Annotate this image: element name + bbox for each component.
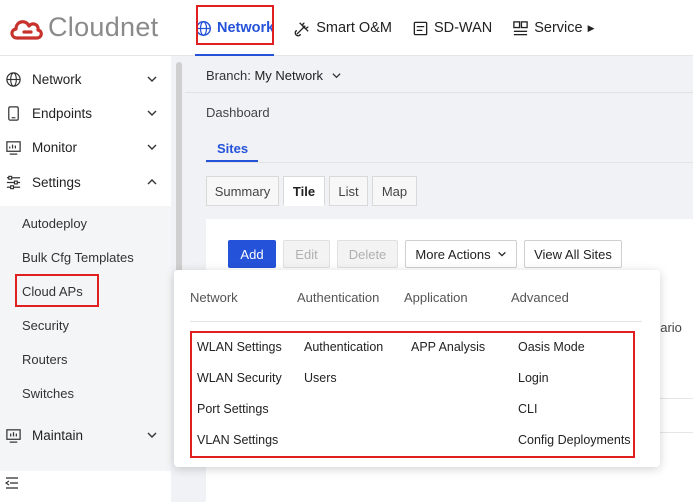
divider	[660, 398, 693, 399]
service-grid-icon	[513, 20, 528, 35]
sidebar-item-settings[interactable]: Settings	[0, 165, 171, 199]
menu-item-login[interactable]: Login	[518, 371, 549, 385]
branch-prefix: Branch:	[206, 68, 251, 83]
menu-column-advanced: Advanced	[511, 290, 569, 305]
menu-column-application: Application	[404, 290, 468, 305]
collapse-sidebar-icon[interactable]	[5, 476, 19, 490]
add-button[interactable]: Add	[228, 240, 276, 268]
sidebar-item-network[interactable]: Network	[0, 62, 171, 96]
chevron-down-icon	[497, 251, 506, 257]
view-all-sites-button[interactable]: View All Sites	[524, 240, 622, 268]
topnav-sdwan[interactable]: SD-WAN	[402, 0, 502, 56]
divider	[185, 92, 693, 93]
sidebar-item-label: Monitor	[32, 139, 78, 155]
divider	[660, 432, 693, 433]
sidebar-item-label: Network	[32, 71, 82, 87]
sidebar-item-maintain[interactable]: Maintain	[0, 418, 171, 452]
divider	[190, 321, 642, 322]
brand-logo[interactable]: Cloudnet	[8, 12, 158, 43]
caret-right-icon: ▶	[587, 22, 595, 33]
tab-summary[interactable]: Summary	[206, 176, 279, 206]
sidebar-item-label: Maintain	[32, 427, 84, 443]
sliders-icon	[6, 175, 21, 189]
chevron-up-icon	[147, 179, 157, 185]
menu-item-port-settings[interactable]: Port Settings	[197, 402, 269, 416]
topnav-sdwan-label: SD-WAN	[433, 20, 493, 36]
tab-sites[interactable]: Sites	[217, 141, 248, 156]
chevron-down-icon	[147, 110, 157, 116]
divider	[206, 162, 693, 163]
topnav-smart-om-label: Smart O&M	[316, 20, 392, 36]
topnav-service[interactable]: Service ▶	[502, 0, 604, 56]
sidebar-subitem-routers[interactable]: Routers	[0, 342, 171, 376]
sidebar-subitem-cloud-aps[interactable]: Cloud APs	[0, 274, 171, 308]
sidebar-subitem-security[interactable]: Security	[0, 308, 171, 342]
globe-icon	[6, 71, 21, 87]
device-icon	[8, 105, 19, 121]
tab-tile[interactable]: Tile	[283, 176, 325, 206]
brand-name: Cloudnet	[48, 12, 159, 42]
chevron-down-icon	[147, 144, 157, 150]
sdwan-icon	[413, 21, 428, 35]
sidebar-item-monitor[interactable]: Monitor	[0, 130, 171, 164]
delete-button[interactable]: Delete	[337, 240, 398, 268]
sidebar-subitem-switches[interactable]: Switches	[0, 376, 171, 410]
chevron-down-icon	[147, 432, 157, 438]
maintain-icon	[6, 428, 21, 443]
tab-list[interactable]: List	[329, 176, 368, 206]
breadcrumb[interactable]: Dashboard	[206, 105, 270, 120]
monitor-icon	[6, 140, 21, 155]
menu-item-vlan-settings[interactable]: VLAN Settings	[197, 433, 278, 447]
topnav-network[interactable]: Network	[185, 0, 284, 56]
tab-map[interactable]: Map	[372, 176, 417, 206]
menu-item-users[interactable]: Users	[304, 371, 337, 385]
sidebar-item-label: Settings	[32, 174, 81, 190]
sidebar-subitem-bulk-cfg-templates[interactable]: Bulk Cfg Templates	[0, 240, 171, 274]
globe-icon	[195, 20, 212, 36]
branch-selector[interactable]: Branch: My Network	[206, 68, 342, 83]
top-nav: Network Smart O&M SD-WAN Service ▶	[185, 0, 605, 56]
cloud-logo-icon	[10, 19, 43, 40]
menu-item-authentication[interactable]: Authentication	[304, 340, 383, 354]
branch-value: My Network	[254, 68, 324, 83]
chevron-down-icon	[147, 76, 157, 82]
chevron-down-icon	[332, 73, 341, 79]
topnav-network-label: Network	[217, 20, 275, 36]
menu-item-app-analysis[interactable]: APP Analysis	[411, 340, 485, 354]
more-actions-label: More Actions	[415, 246, 491, 262]
sidebar-subitem-autodeploy[interactable]: Autodeploy	[0, 206, 171, 240]
topnav-service-label: Service	[534, 20, 583, 36]
edit-button[interactable]: Edit	[283, 240, 330, 268]
top-bar: Cloudnet Network Smart O&M SD-WAN Servic…	[0, 0, 693, 56]
more-actions-button[interactable]: More Actions	[405, 240, 517, 268]
tools-icon	[294, 21, 309, 36]
menu-item-oasis-mode[interactable]: Oasis Mode	[518, 340, 585, 354]
sidebar-item-label: Endpoints	[32, 105, 93, 121]
menu-column-network: Network	[190, 290, 238, 305]
menu-item-wlan-settings[interactable]: WLAN Settings	[197, 340, 282, 354]
menu-item-cli[interactable]: CLI	[518, 402, 537, 416]
menu-item-config-deployments[interactable]: Config Deployments	[518, 433, 631, 447]
menu-item-wlan-security[interactable]: WLAN Security	[197, 371, 282, 385]
sidebar-item-endpoints[interactable]: Endpoints	[0, 96, 171, 130]
menu-column-authentication: Authentication	[297, 290, 380, 305]
topnav-smart-om[interactable]: Smart O&M	[284, 0, 402, 56]
